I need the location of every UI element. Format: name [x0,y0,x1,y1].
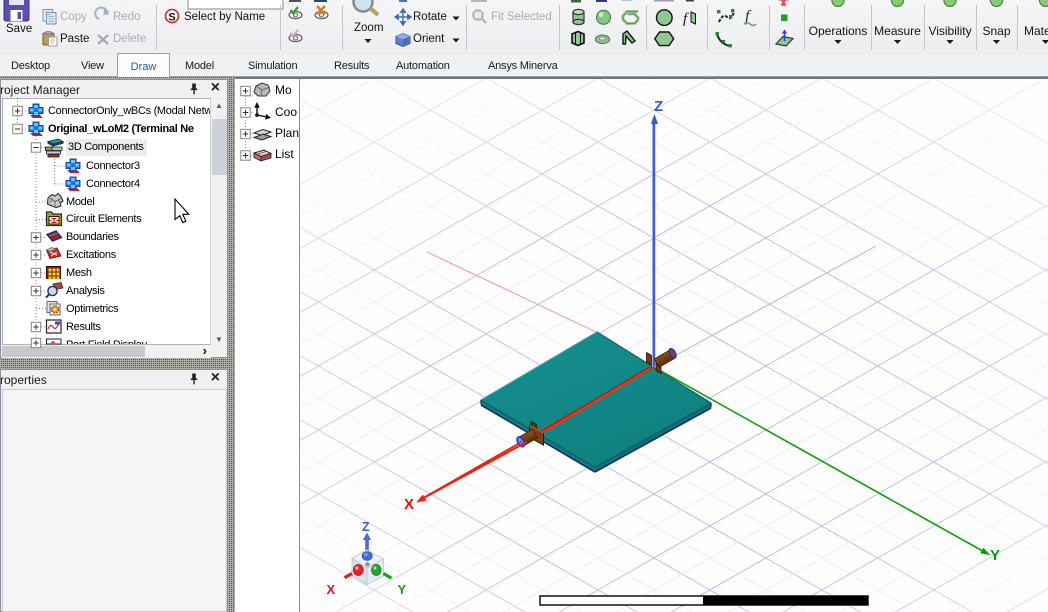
svg-text:Y: Y [398,582,407,597]
svg-text:S: S [168,12,175,24]
svg-text:Z: Z [362,520,370,534]
svg-text:Y: Y [990,547,1000,564]
svg-text:X: X [404,496,414,513]
svg-text:Z: Z [654,98,663,115]
svg-text:f: f [683,11,689,27]
svg-text:X: X [327,582,336,597]
